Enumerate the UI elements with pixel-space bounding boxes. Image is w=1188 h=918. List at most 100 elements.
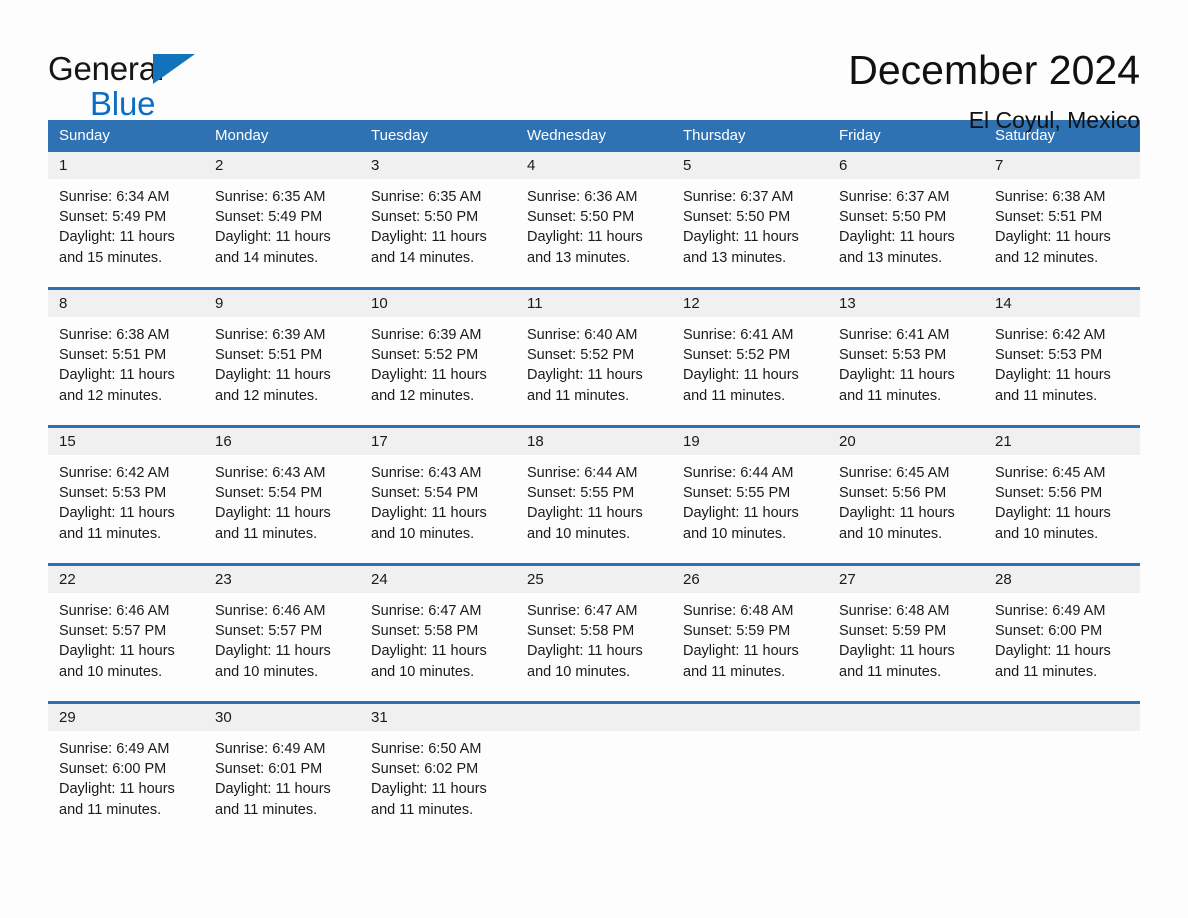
day-daylight-2-text: and 10 minutes. [371, 663, 475, 680]
day-cell[interactable]: Sunrise: 6:41 AM Sunset: 5:52 PM Daylight:… [672, 317, 828, 425]
day-daylight-1-text: Daylight: 11 hours [59, 781, 175, 798]
day-cell-empty [516, 731, 672, 839]
week-detail-band: Sunrise: 6:46 AM Sunset: 5:57 PM Daylight:… [48, 593, 1140, 701]
day-cell[interactable]: Sunrise: 6:40 AM Sunset: 5:52 PM Daylight:… [516, 317, 672, 425]
day-daylight-1-text: Daylight: 11 hours [371, 367, 487, 384]
day-cell[interactable]: Sunrise: 6:49 AM Sunset: 6:01 PM Daylight:… [204, 731, 360, 839]
day-cell[interactable]: Sunrise: 6:46 AM Sunset: 5:57 PM Daylight:… [48, 593, 204, 701]
day-daylight-1-text: Daylight: 11 hours [995, 643, 1111, 660]
day-daylight-2-text: and 10 minutes. [371, 525, 475, 542]
day-cell[interactable]: Sunrise: 6:39 AM Sunset: 5:52 PM Daylight:… [360, 317, 516, 425]
week-daynumber-band: 15 16 17 18 19 20 21 [48, 428, 1140, 455]
day-number[interactable]: 16 [204, 428, 360, 455]
day-number[interactable]: 1 [48, 152, 204, 179]
day-daylight-2-text: and 11 minutes. [527, 387, 630, 404]
day-number[interactable]: 29 [48, 704, 204, 731]
day-number[interactable]: 31 [360, 704, 516, 731]
day-daylight-1-text: Daylight: 11 hours [839, 505, 955, 522]
day-number[interactable]: 9 [204, 290, 360, 317]
day-number[interactable]: 20 [828, 428, 984, 455]
day-cell[interactable]: Sunrise: 6:47 AM Sunset: 5:58 PM Daylight:… [516, 593, 672, 701]
day-cell[interactable]: Sunrise: 6:36 AM Sunset: 5:50 PM Daylight:… [516, 179, 672, 287]
calendar-table: Sunday Monday Tuesday Wednesday Thursday Frid… [48, 120, 1140, 839]
day-sunrise-text: Sunrise: 6:50 AM [371, 741, 482, 757]
day-cell[interactable]: Sunrise: 6:43 AM Sunset: 5:54 PM Daylight:… [360, 455, 516, 563]
week-daynumber-band: 29 30 31 [48, 704, 1140, 731]
day-cell[interactable]: Sunrise: 6:49 AM Sunset: 6:00 PM Daylight:… [48, 731, 204, 839]
day-number[interactable]: 27 [828, 566, 984, 593]
day-daylight-2-text: and 11 minutes. [839, 387, 942, 404]
day-number[interactable]: 15 [48, 428, 204, 455]
day-sunrise-text: Sunrise: 6:47 AM [527, 603, 638, 619]
day-cell[interactable]: Sunrise: 6:38 AM Sunset: 5:51 PM Daylight:… [984, 179, 1140, 287]
day-number[interactable]: 18 [516, 428, 672, 455]
day-number[interactable]: 19 [672, 428, 828, 455]
day-number[interactable]: 2 [204, 152, 360, 179]
day-number[interactable]: 22 [48, 566, 204, 593]
day-number[interactable]: 21 [984, 428, 1140, 455]
day-cell[interactable]: Sunrise: 6:37 AM Sunset: 5:50 PM Daylight:… [828, 179, 984, 287]
day-daylight-2-text: and 11 minutes. [995, 663, 1098, 680]
day-daylight-1-text: Daylight: 11 hours [59, 643, 175, 660]
day-daylight-2-text: and 10 minutes. [839, 525, 943, 542]
day-number[interactable]: 7 [984, 152, 1140, 179]
day-cell[interactable]: Sunrise: 6:42 AM Sunset: 5:53 PM Daylight:… [48, 455, 204, 563]
day-cell[interactable]: Sunrise: 6:50 AM Sunset: 6:02 PM Daylight:… [360, 731, 516, 839]
day-sunset-text: Sunset: 5:58 PM [371, 623, 479, 640]
day-cell[interactable]: Sunrise: 6:45 AM Sunset: 5:56 PM Daylight:… [828, 455, 984, 563]
day-cell[interactable]: Sunrise: 6:46 AM Sunset: 5:57 PM Daylight:… [204, 593, 360, 701]
day-number[interactable]: 23 [204, 566, 360, 593]
day-daylight-2-text: and 10 minutes. [59, 663, 163, 680]
day-cell[interactable]: Sunrise: 6:49 AM Sunset: 6:00 PM Daylight:… [984, 593, 1140, 701]
day-number[interactable]: 12 [672, 290, 828, 317]
weekday-header-thursday: Thursday [683, 127, 746, 144]
day-daylight-2-text: and 10 minutes. [683, 525, 787, 542]
day-daylight-1-text: Daylight: 11 hours [371, 781, 487, 798]
page-header: General Blue December 2024 El Coyul, Mex… [48, 0, 1140, 133]
day-cell[interactable]: Sunrise: 6:39 AM Sunset: 5:51 PM Daylight:… [204, 317, 360, 425]
day-number[interactable]: 24 [360, 566, 516, 593]
day-cell[interactable]: Sunrise: 6:43 AM Sunset: 5:54 PM Daylight:… [204, 455, 360, 563]
day-daylight-2-text: and 13 minutes. [839, 249, 943, 266]
day-cell[interactable]: Sunrise: 6:38 AM Sunset: 5:51 PM Daylight:… [48, 317, 204, 425]
day-daylight-1-text: Daylight: 11 hours [215, 781, 331, 798]
day-number-empty [828, 704, 984, 731]
day-daylight-1-text: Daylight: 11 hours [527, 643, 643, 660]
day-number[interactable]: 3 [360, 152, 516, 179]
day-daylight-1-text: Daylight: 11 hours [683, 229, 799, 246]
day-sunrise-text: Sunrise: 6:39 AM [371, 327, 482, 343]
day-cell[interactable]: Sunrise: 6:41 AM Sunset: 5:53 PM Daylight:… [828, 317, 984, 425]
day-number[interactable]: 25 [516, 566, 672, 593]
day-cell[interactable]: Sunrise: 6:35 AM Sunset: 5:50 PM Daylight:… [360, 179, 516, 287]
day-cell[interactable]: Sunrise: 6:35 AM Sunset: 5:49 PM Daylight:… [204, 179, 360, 287]
day-number[interactable]: 28 [984, 566, 1140, 593]
day-cell[interactable]: Sunrise: 6:45 AM Sunset: 5:56 PM Daylight:… [984, 455, 1140, 563]
day-cell[interactable]: Sunrise: 6:34 AM Sunset: 5:49 PM Daylight:… [48, 179, 204, 287]
day-number[interactable]: 6 [828, 152, 984, 179]
day-number[interactable]: 5 [672, 152, 828, 179]
day-sunset-text: Sunset: 5:51 PM [215, 347, 323, 364]
week-daynumber-band: 8 9 10 11 12 13 14 [48, 290, 1140, 317]
day-number[interactable]: 10 [360, 290, 516, 317]
day-daylight-2-text: and 13 minutes. [683, 249, 787, 266]
day-cell[interactable]: Sunrise: 6:48 AM Sunset: 5:59 PM Daylight:… [828, 593, 984, 701]
day-daylight-2-text: and 14 minutes. [371, 249, 475, 266]
day-daylight-2-text: and 10 minutes. [527, 525, 631, 542]
day-cell[interactable]: Sunrise: 6:47 AM Sunset: 5:58 PM Daylight:… [360, 593, 516, 701]
day-sunset-text: Sunset: 5:56 PM [839, 485, 947, 502]
day-cell[interactable]: Sunrise: 6:37 AM Sunset: 5:50 PM Daylight:… [672, 179, 828, 287]
day-cell[interactable]: Sunrise: 6:48 AM Sunset: 5:59 PM Daylight:… [672, 593, 828, 701]
day-number[interactable]: 26 [672, 566, 828, 593]
day-sunrise-text: Sunrise: 6:45 AM [839, 465, 950, 481]
day-number[interactable]: 4 [516, 152, 672, 179]
day-number[interactable]: 11 [516, 290, 672, 317]
day-number[interactable]: 13 [828, 290, 984, 317]
day-number[interactable]: 14 [984, 290, 1140, 317]
day-cell[interactable]: Sunrise: 6:42 AM Sunset: 5:53 PM Daylight:… [984, 317, 1140, 425]
day-sunset-text: Sunset: 5:52 PM [371, 347, 479, 364]
day-cell[interactable]: Sunrise: 6:44 AM Sunset: 5:55 PM Daylight:… [516, 455, 672, 563]
day-number[interactable]: 30 [204, 704, 360, 731]
day-number[interactable]: 17 [360, 428, 516, 455]
day-cell[interactable]: Sunrise: 6:44 AM Sunset: 5:55 PM Daylight:… [672, 455, 828, 563]
day-number[interactable]: 8 [48, 290, 204, 317]
